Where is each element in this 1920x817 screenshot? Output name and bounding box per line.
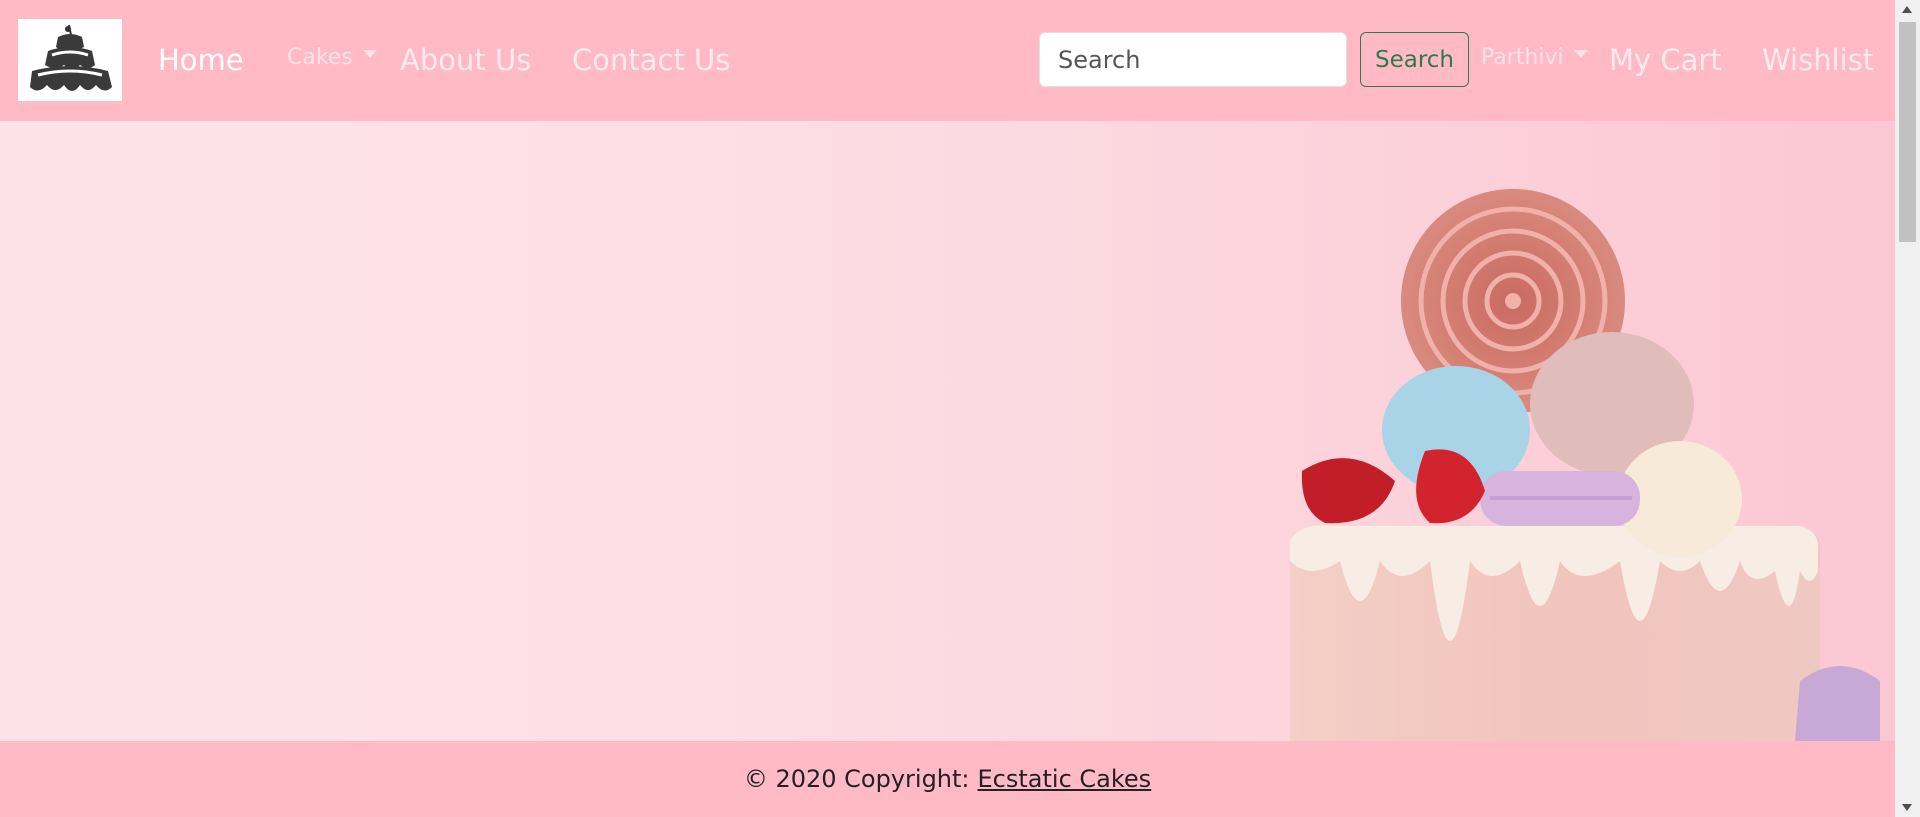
nav-contact[interactable]: Contact Us: [572, 43, 730, 77]
nav-home[interactable]: Home: [158, 43, 244, 77]
chevron-down-icon: [362, 50, 377, 58]
hero-banner: [0, 121, 1895, 741]
brand-logo[interactable]: [18, 19, 122, 101]
nav-cakes-dropdown[interactable]: Cakes: [287, 45, 377, 70]
search-input[interactable]: [1039, 32, 1347, 87]
search-button[interactable]: Search: [1360, 32, 1469, 87]
nav-cakes-label: Cakes: [287, 45, 353, 70]
vertical-scrollbar[interactable]: [1895, 0, 1920, 817]
nav-user-label: Parthivi: [1481, 45, 1564, 70]
chevron-down-icon: [1573, 50, 1588, 58]
tiered-cake-logo-icon: [30, 24, 112, 91]
scrollbar-thumb[interactable]: [1899, 22, 1916, 242]
hero-cake-image: [1290, 189, 1880, 741]
navbar: Home Cakes About Us Contact Us Search Pa…: [0, 0, 1895, 121]
nav-wishlist[interactable]: Wishlist: [1762, 43, 1874, 77]
footer: © 2020 Copyright: Ecstatic Cakes: [0, 741, 1895, 817]
nav-user-dropdown[interactable]: Parthivi: [1481, 45, 1588, 70]
scroll-up-arrow-icon[interactable]: [1902, 6, 1912, 13]
footer-brand-link[interactable]: Ecstatic Cakes: [978, 765, 1152, 793]
nav-about[interactable]: About Us: [400, 43, 531, 77]
scroll-down-arrow-icon[interactable]: [1902, 804, 1912, 811]
nav-my-cart[interactable]: My Cart: [1609, 43, 1722, 77]
footer-copyright: © 2020 Copyright:: [743, 765, 970, 793]
